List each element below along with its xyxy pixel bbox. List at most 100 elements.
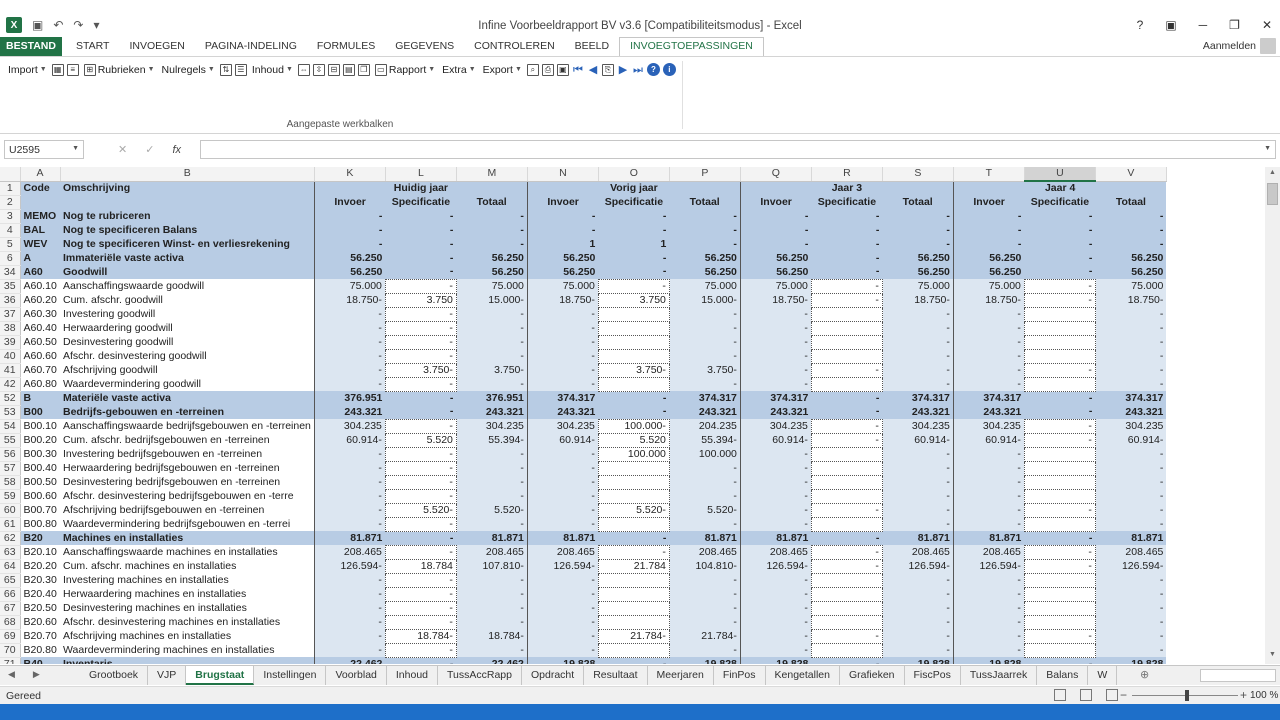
specification-cell[interactable]: -: [385, 531, 457, 545]
total-cell[interactable]: 3.750-: [669, 363, 741, 377]
input-cell[interactable]: -: [313, 587, 386, 601]
specification-cell[interactable]: -: [384, 376, 457, 392]
input-cell[interactable]: -: [313, 223, 386, 237]
total-cell[interactable]: 18.750-: [1095, 293, 1167, 307]
column-header-o[interactable]: O: [598, 167, 670, 182]
column-header-n[interactable]: N: [527, 167, 599, 182]
account-description[interactable]: Desinvestering bedrijfsgebouwen en -terr…: [60, 475, 315, 489]
specification-cell[interactable]: -: [810, 278, 883, 294]
input-cell[interactable]: 19.828: [952, 657, 1025, 664]
specification-cell[interactable]: -: [598, 209, 670, 223]
specification-cell[interactable]: -: [384, 614, 457, 630]
total-cell[interactable]: -: [456, 321, 528, 335]
input-cell[interactable]: 304.235: [526, 419, 599, 433]
first-page-icon[interactable]: ⏮: [572, 64, 584, 76]
total-cell[interactable]: -: [669, 489, 741, 503]
account-code[interactable]: A60.10: [20, 279, 60, 293]
total-cell[interactable]: -: [669, 237, 741, 251]
input-cell[interactable]: -: [526, 601, 599, 615]
row-header[interactable]: 36: [0, 293, 21, 308]
input-cell[interactable]: 56.250: [526, 251, 599, 265]
total-cell[interactable]: -: [669, 307, 741, 321]
specification-cell[interactable]: 5.520: [597, 432, 670, 448]
account-description[interactable]: Goodwill: [60, 265, 315, 279]
specification-cell[interactable]: [810, 474, 883, 490]
total-cell[interactable]: 81.871: [1095, 531, 1167, 545]
copy-icon[interactable]: ❐: [357, 63, 370, 76]
specification-cell[interactable]: 100.000-: [597, 418, 670, 434]
account-description[interactable]: Nog te rubriceren: [60, 209, 315, 223]
total-cell[interactable]: 243.321: [669, 405, 741, 419]
specification-cell[interactable]: -: [1023, 362, 1096, 378]
input-cell[interactable]: -: [313, 363, 386, 377]
input-cell[interactable]: -: [526, 349, 599, 363]
input-cell[interactable]: 208.465: [952, 545, 1025, 559]
total-cell[interactable]: 19.828: [669, 657, 741, 664]
total-cell[interactable]: -: [882, 573, 954, 587]
input-cell[interactable]: 81.871: [952, 531, 1025, 545]
specification-cell[interactable]: -: [810, 628, 883, 644]
input-cell[interactable]: -: [313, 321, 386, 335]
account-description[interactable]: Afschrijving goodwill: [60, 363, 315, 377]
total-cell[interactable]: -: [1095, 503, 1167, 517]
total-cell[interactable]: -: [456, 209, 528, 223]
input-cell[interactable]: -: [313, 461, 386, 475]
total-cell[interactable]: -: [882, 349, 954, 363]
row-header[interactable]: 64: [0, 559, 21, 574]
input-cell[interactable]: -: [313, 377, 386, 391]
account-code[interactable]: B20.50: [20, 601, 60, 615]
specification-cell[interactable]: [597, 516, 670, 532]
account-code[interactable]: A60.30: [20, 307, 60, 321]
specification-cell[interactable]: -: [1024, 531, 1096, 545]
specification-cell[interactable]: -: [811, 657, 883, 664]
input-cell[interactable]: 75.000: [952, 279, 1025, 293]
account-description[interactable]: Waardevermindering bedrijfsgebouwen en -…: [60, 517, 315, 531]
specification-cell[interactable]: 5.520: [384, 432, 457, 448]
specification-cell[interactable]: -: [384, 586, 457, 602]
account-code[interactable]: B00.10: [20, 419, 60, 433]
input-cell[interactable]: 81.871: [313, 531, 386, 545]
input-cell[interactable]: -: [313, 349, 386, 363]
specification-cell[interactable]: -: [810, 432, 883, 448]
row-header[interactable]: 54: [0, 419, 21, 434]
specification-cell[interactable]: [597, 600, 670, 616]
input-cell[interactable]: 60.914-: [313, 433, 386, 447]
specification-cell[interactable]: [1023, 334, 1096, 350]
sheet-tab-balans[interactable]: Balans: [1037, 666, 1089, 685]
bars-icon[interactable]: ☰: [234, 63, 247, 76]
specification-cell[interactable]: -: [384, 446, 457, 462]
specification-cell[interactable]: -: [1024, 223, 1096, 237]
next-page-icon[interactable]: ▶: [617, 64, 629, 76]
input-cell[interactable]: -: [313, 209, 386, 223]
specification-cell[interactable]: -: [811, 265, 883, 279]
cell[interactable]: [20, 195, 60, 209]
input-cell[interactable]: -: [952, 447, 1025, 461]
account-code[interactable]: B20.40: [20, 587, 60, 601]
page-icon[interactable]: ▤: [342, 63, 355, 76]
input-cell[interactable]: -: [952, 475, 1025, 489]
specification-cell[interactable]: -: [1024, 237, 1096, 251]
sheet-tab-voorblad[interactable]: Voorblad: [326, 666, 387, 685]
inhoud-button[interactable]: Inhoud ▼: [250, 64, 295, 76]
total-cell[interactable]: -: [669, 601, 741, 615]
total-cell[interactable]: 81.871: [456, 531, 528, 545]
total-cell[interactable]: -: [456, 377, 528, 391]
total-cell[interactable]: -: [669, 517, 741, 531]
input-cell[interactable]: 56.250: [526, 265, 599, 279]
row-header[interactable]: 6: [0, 251, 21, 266]
column-header-a[interactable]: A: [20, 167, 61, 182]
input-cell[interactable]: 81.871: [526, 531, 599, 545]
input-cell[interactable]: -: [526, 587, 599, 601]
row-header[interactable]: 63: [0, 545, 21, 560]
specification-cell[interactable]: -: [385, 209, 457, 223]
input-cell[interactable]: -: [739, 321, 812, 335]
input-cell[interactable]: -: [952, 503, 1025, 517]
row-header[interactable]: 55: [0, 433, 21, 448]
specification-cell[interactable]: -: [384, 516, 457, 532]
specification-cell[interactable]: -: [384, 320, 457, 336]
page-layout-view-icon[interactable]: [1080, 689, 1092, 701]
account-code[interactable]: B00: [20, 405, 60, 419]
specification-cell[interactable]: -: [810, 292, 883, 308]
specification-cell[interactable]: 3.750-: [384, 362, 457, 378]
specification-cell[interactable]: -: [384, 306, 457, 322]
